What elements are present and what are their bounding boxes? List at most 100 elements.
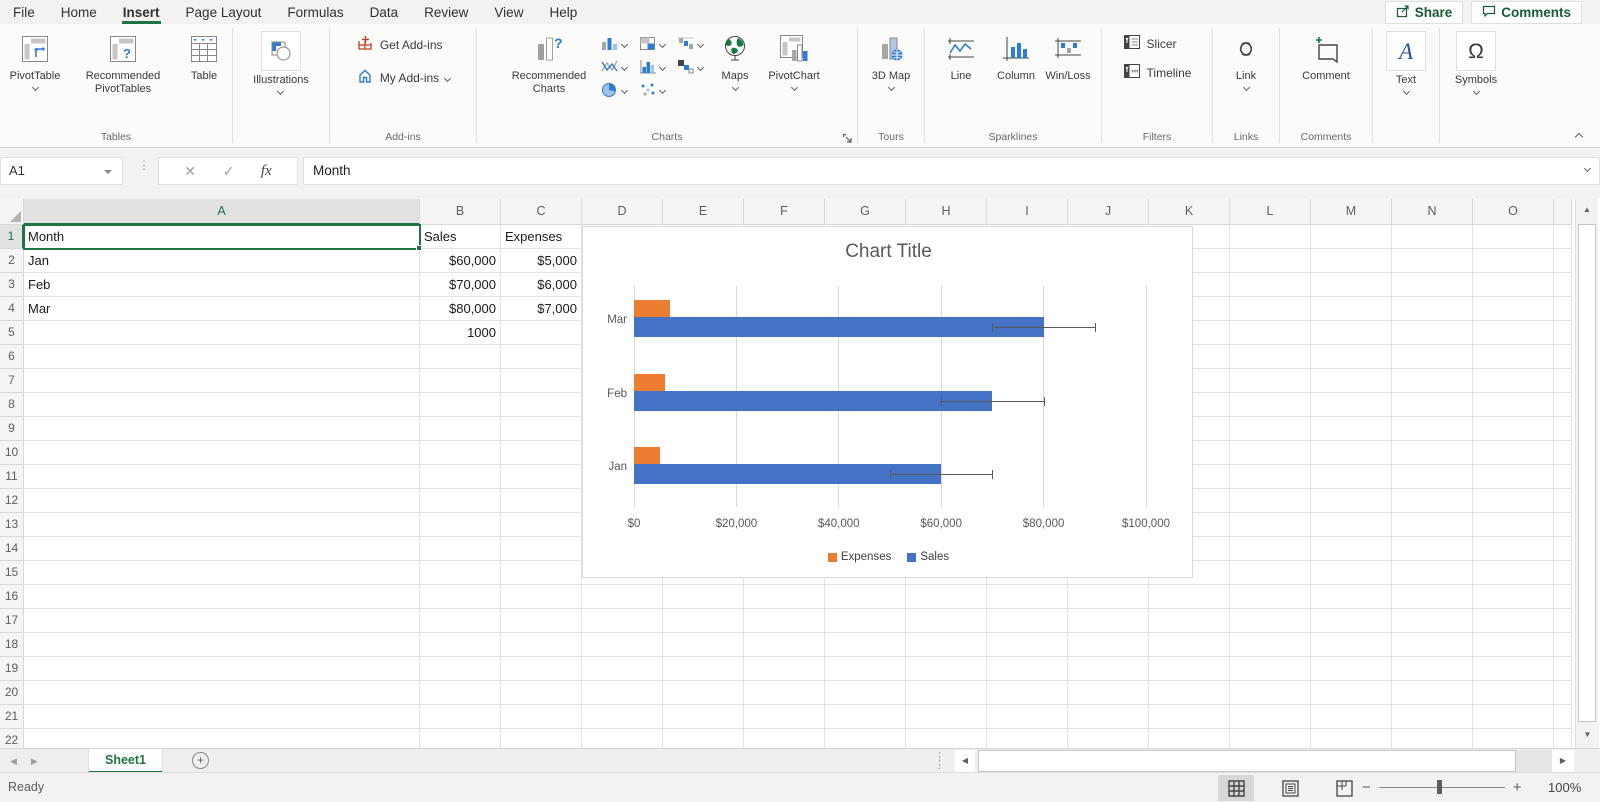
cell-G20[interactable] [825, 681, 906, 705]
cell-A17[interactable] [24, 609, 420, 633]
cell-O5[interactable] [1473, 321, 1554, 345]
cell-C1[interactable]: Expenses [501, 225, 582, 249]
cell-O3[interactable] [1473, 273, 1554, 297]
insert-waterfall-chart-button[interactable] [674, 34, 706, 53]
cell-J22[interactable] [1068, 729, 1149, 748]
cell-H21[interactable] [906, 705, 987, 729]
cell-C22[interactable] [501, 729, 582, 748]
cell-O18[interactable] [1473, 633, 1554, 657]
insert-column-chart-button[interactable] [598, 34, 630, 53]
tab-page-layout[interactable]: Page Layout [173, 0, 275, 24]
cell-B16[interactable] [420, 585, 501, 609]
cell-O7[interactable] [1473, 369, 1554, 393]
row-header-3[interactable]: 3 [0, 273, 24, 297]
cell-I18[interactable] [987, 633, 1068, 657]
cell-C21[interactable] [501, 705, 582, 729]
cell-M5[interactable] [1311, 321, 1392, 345]
cell-D22[interactable] [582, 729, 663, 748]
recommended-pivottables-button[interactable]: ? Recommended PivotTables [68, 28, 178, 99]
cell-M8[interactable] [1311, 393, 1392, 417]
cell-M10[interactable] [1311, 441, 1392, 465]
cell-H16[interactable] [906, 585, 987, 609]
cell-partial-18[interactable] [1554, 633, 1572, 657]
cell-N10[interactable] [1392, 441, 1473, 465]
cell-J21[interactable] [1068, 705, 1149, 729]
cell-L22[interactable] [1230, 729, 1311, 748]
cell-B2[interactable]: $60,000 [420, 249, 501, 273]
cell-M6[interactable] [1311, 345, 1392, 369]
row-header-13[interactable]: 13 [0, 513, 24, 537]
name-box-dropdown-icon[interactable] [104, 170, 112, 174]
cell-partial-16[interactable] [1554, 585, 1572, 609]
cell-L9[interactable] [1230, 417, 1311, 441]
cell-G18[interactable] [825, 633, 906, 657]
cell-L2[interactable] [1230, 249, 1311, 273]
cell-K18[interactable] [1149, 633, 1230, 657]
cell-B1[interactable]: Sales [420, 225, 501, 249]
cell-B19[interactable] [420, 657, 501, 681]
cell-F20[interactable] [744, 681, 825, 705]
tab-view[interactable]: View [481, 0, 536, 24]
column-header-N[interactable]: N [1392, 199, 1473, 225]
sheet-nav-arrows[interactable]: ◀ ▶ [10, 749, 38, 773]
tabbar-grip[interactable]: ⋮ ⋮ [934, 752, 945, 771]
cell-D16[interactable] [582, 585, 663, 609]
cell-D20[interactable] [582, 681, 663, 705]
cell-N16[interactable] [1392, 585, 1473, 609]
cell-B7[interactable] [420, 369, 501, 393]
insert-function-icon[interactable]: fx [261, 163, 272, 180]
cell-A11[interactable] [24, 465, 420, 489]
cell-E19[interactable] [663, 657, 744, 681]
cell-C9[interactable] [501, 417, 582, 441]
cell-partial-1[interactable] [1554, 225, 1572, 249]
cell-N7[interactable] [1392, 369, 1473, 393]
cell-J19[interactable] [1068, 657, 1149, 681]
tab-help[interactable]: Help [536, 0, 590, 24]
cell-A13[interactable] [24, 513, 420, 537]
cell-F19[interactable] [744, 657, 825, 681]
cell-A6[interactable] [24, 345, 420, 369]
cell-L15[interactable] [1230, 561, 1311, 585]
column-header-H[interactable]: H [906, 199, 987, 225]
maps-button[interactable]: Maps [712, 28, 758, 93]
cell-O22[interactable] [1473, 729, 1554, 748]
cell-L4[interactable] [1230, 297, 1311, 321]
row-header-14[interactable]: 14 [0, 537, 24, 561]
row-header-18[interactable]: 18 [0, 633, 24, 657]
bar-sales-mar[interactable] [634, 317, 1044, 337]
cell-B13[interactable] [420, 513, 501, 537]
column-header-K[interactable]: K [1149, 199, 1230, 225]
cell-M21[interactable] [1311, 705, 1392, 729]
page-break-preview-button[interactable] [1326, 775, 1362, 801]
cell-A21[interactable] [24, 705, 420, 729]
cell-O4[interactable] [1473, 297, 1554, 321]
cell-partial-22[interactable] [1554, 729, 1572, 748]
page-layout-view-button[interactable] [1272, 775, 1308, 801]
row-header-1[interactable]: 1 [0, 225, 24, 249]
cell-C8[interactable] [501, 393, 582, 417]
cell-B5[interactable]: 1000 [420, 321, 501, 345]
cell-A4[interactable]: Mar [24, 297, 420, 321]
cell-G19[interactable] [825, 657, 906, 681]
cell-D19[interactable] [582, 657, 663, 681]
cell-A10[interactable] [24, 441, 420, 465]
cell-M15[interactable] [1311, 561, 1392, 585]
cell-H20[interactable] [906, 681, 987, 705]
row-header-19[interactable]: 19 [0, 657, 24, 681]
cell-M12[interactable] [1311, 489, 1392, 513]
cell-A18[interactable] [24, 633, 420, 657]
cell-L11[interactable] [1230, 465, 1311, 489]
timeline-button[interactable]: Timeline [1123, 63, 1191, 82]
cell-L13[interactable] [1230, 513, 1311, 537]
column-header-G[interactable]: G [825, 199, 906, 225]
cell-N22[interactable] [1392, 729, 1473, 748]
cell-I16[interactable] [987, 585, 1068, 609]
scroll-right-icon[interactable]: ▶ [1552, 750, 1574, 772]
cell-B9[interactable] [420, 417, 501, 441]
cell-M20[interactable] [1311, 681, 1392, 705]
bar-expenses-mar[interactable] [634, 300, 670, 317]
cell-A15[interactable] [24, 561, 420, 585]
cell-O12[interactable] [1473, 489, 1554, 513]
cell-N3[interactable] [1392, 273, 1473, 297]
tab-review[interactable]: Review [411, 0, 481, 24]
